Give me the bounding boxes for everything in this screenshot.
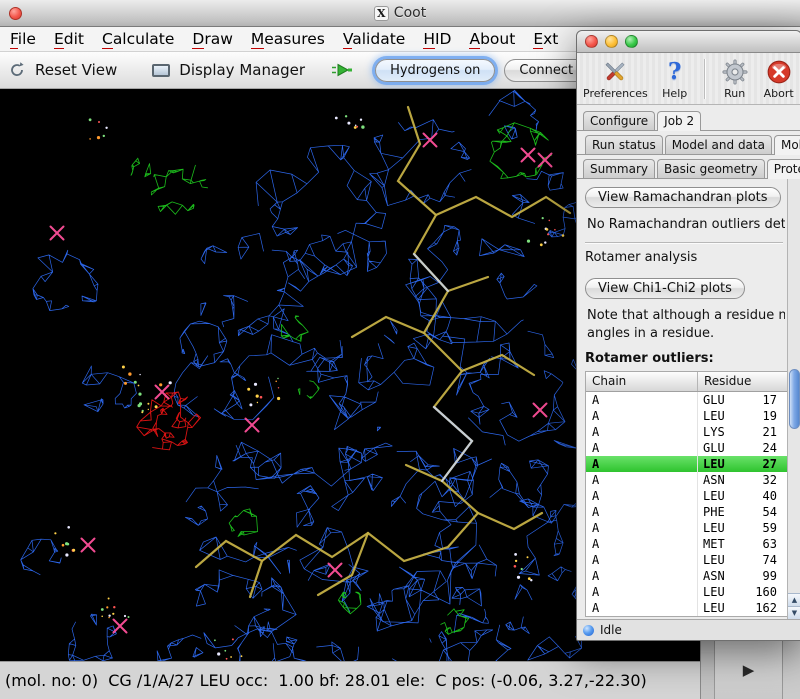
column-header-chain[interactable]: Chain (586, 372, 698, 391)
abort-icon (766, 58, 792, 86)
dialog-minimize-button[interactable] (605, 35, 618, 48)
display-manager-icon[interactable] (152, 64, 170, 77)
table-row[interactable]: AASN32 (586, 472, 787, 488)
table-row[interactable]: ALEU162 (586, 600, 787, 616)
menu-file[interactable]: File (10, 30, 36, 48)
table-row[interactable]: AGLU24 (586, 440, 787, 456)
scroll-up-button[interactable]: ▲ (788, 593, 800, 606)
tabs-molprobity-sections: SummaryBasic geometryProteinC (577, 155, 800, 179)
statusbar: (mol. no: 0) CG /1/A/27 LEU occ: 1.00 bf… (0, 661, 800, 699)
rotamer-analysis-label: Rotamer analysis (585, 250, 787, 265)
tab-summary[interactable]: Summary (583, 159, 655, 178)
run-button[interactable]: Run (718, 58, 752, 100)
menu-edit[interactable]: Edit (54, 30, 84, 48)
window-title-group: X Coot (374, 5, 426, 21)
scroll-down-button[interactable]: ▼ (788, 606, 800, 619)
separator (585, 242, 783, 244)
table-row[interactable]: ALYS21 (586, 424, 787, 440)
table-row[interactable]: AGLU17 (586, 392, 787, 408)
table-row[interactable]: ALEU19 (586, 408, 787, 424)
status-text: (mol. no: 0) CG /1/A/27 LEU occ: 1.00 bf… (5, 671, 647, 690)
tab-basic-geometry[interactable]: Basic geometry (657, 159, 765, 178)
display-manager-label[interactable]: Display Manager (179, 61, 305, 79)
dialog-statusbar: Idle (577, 619, 800, 640)
menu-calculate[interactable]: Calculate (102, 30, 174, 48)
menu-hid[interactable]: HID (423, 30, 451, 48)
play-icon: ▶ (743, 661, 755, 679)
dialog-zoom-button[interactable] (625, 35, 638, 48)
dialog-scrollbar[interactable]: ▲ ▼ (787, 179, 800, 619)
view-ramachandran-button[interactable]: View Ramachandran plots (585, 187, 781, 208)
dialog-titlebar[interactable] (577, 31, 800, 53)
ramachandran-status: No Ramachandran outliers detected (587, 217, 785, 232)
menu-measures[interactable]: Measures (251, 30, 325, 48)
table-row[interactable]: ALEU160 (586, 584, 787, 600)
green-arrow-icon[interactable] (330, 63, 354, 77)
titlebar[interactable]: X Coot (0, 0, 800, 27)
scrollbar-thumb[interactable] (789, 369, 800, 429)
menu-validate[interactable]: Validate (343, 30, 405, 48)
dialog-toolbar: Preferences ? Help Run (577, 53, 800, 105)
tab-run-status[interactable]: Run status (585, 135, 663, 154)
side-panel-right (782, 641, 800, 699)
table-row[interactable]: ALEU40 (586, 488, 787, 504)
view-chi-plots-button[interactable]: View Chi1-Chi2 plots (585, 278, 745, 299)
help-button[interactable]: ? Help (658, 58, 692, 100)
toolbar-separator (704, 59, 706, 99)
abort-button[interactable]: Abort (762, 58, 796, 100)
help-icon: ? (668, 58, 681, 86)
play-button[interactable]: ▶ (715, 641, 782, 699)
tabs-job-sections: Run statusModel and dataMolProbity (577, 131, 800, 155)
tab-job-2[interactable]: Job 2 (657, 111, 701, 131)
dialog-close-button[interactable] (585, 35, 598, 48)
protein-tab-content: View Ramachandran plots No Ramachandran … (577, 179, 787, 619)
run-label: Run (724, 87, 745, 100)
hydrogens-on-button[interactable]: Hydrogens on (375, 59, 495, 82)
menu-draw[interactable]: Draw (192, 30, 233, 48)
x11-icon: X (374, 6, 389, 21)
tab-configure[interactable]: Configure (583, 111, 655, 130)
close-button[interactable] (9, 7, 22, 20)
table-row[interactable]: ALEU27 (586, 456, 787, 472)
rotamer-outliers-table: ChainResidue AGLU17ALEU19ALYS21AGLU24ALE… (585, 371, 787, 617)
molprobity-dialog: Preferences ? Help Run (576, 30, 800, 641)
reset-view-label[interactable]: Reset View (35, 61, 117, 79)
preferences-label: Preferences (583, 87, 648, 100)
rotamer-outliers-label: Rotamer outliers: (585, 351, 787, 366)
gear-icon (722, 58, 748, 86)
dialog-content: View Ramachandran plots No Ramachandran … (577, 179, 800, 619)
side-panel-strip (701, 641, 715, 699)
menu-about[interactable]: About (469, 30, 515, 48)
dialog-status-text: Idle (600, 623, 622, 637)
table-row[interactable]: ALEU59 (586, 520, 787, 536)
rotamer-note-line1: Note that although a residue may lie (587, 308, 785, 323)
abort-label: Abort (764, 87, 794, 100)
status-orb-icon (583, 625, 594, 636)
window-title: Coot (394, 5, 426, 21)
preferences-button[interactable]: Preferences (583, 58, 648, 100)
preferences-icon (602, 58, 628, 86)
rotamer-note-line2: angles in a residue. (587, 326, 785, 341)
tab-protein[interactable]: Protein (767, 159, 800, 179)
help-label: Help (662, 87, 687, 100)
table-row[interactable]: ALEU74 (586, 552, 787, 568)
table-row[interactable]: AASN99 (586, 568, 787, 584)
tab-model-and-data[interactable]: Model and data (665, 135, 772, 154)
table-header: ChainResidue (586, 372, 787, 392)
side-panel: ▶ (700, 640, 800, 699)
tab-molprobity[interactable]: MolProbity (774, 135, 800, 155)
menu-ext[interactable]: Ext (533, 30, 558, 48)
tabs-configure-job: ConfigureJob 2 (577, 105, 800, 131)
column-header-residue[interactable]: Residue (698, 372, 787, 391)
table-row[interactable]: AMET63 (586, 536, 787, 552)
table-row[interactable]: APHE54 (586, 504, 787, 520)
reset-view-icon[interactable] (8, 61, 26, 79)
table-body: AGLU17ALEU19ALYS21AGLU24ALEU27AASN32ALEU… (586, 392, 787, 616)
